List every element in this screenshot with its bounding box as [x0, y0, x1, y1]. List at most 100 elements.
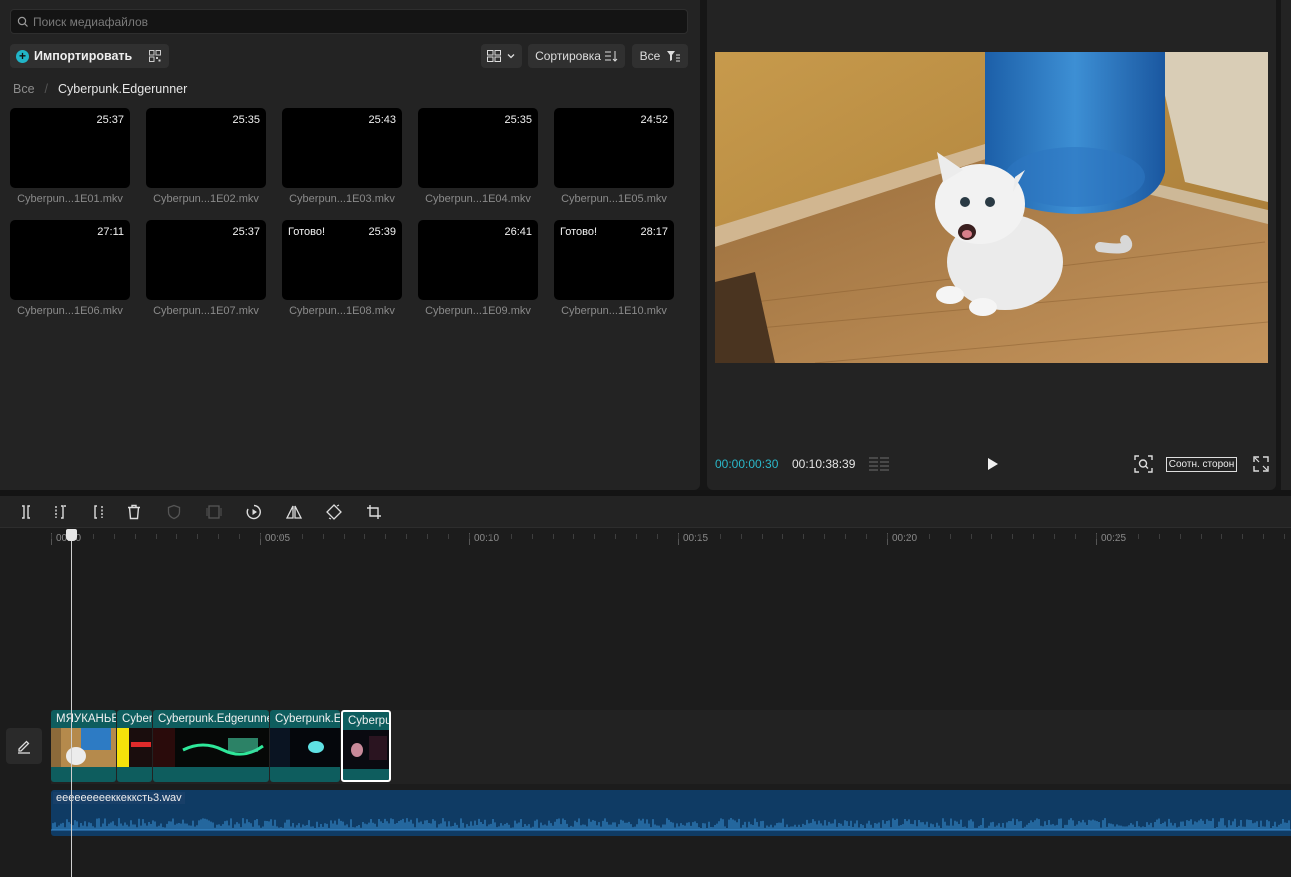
media-thumbnail[interactable]: 24:52	[554, 108, 674, 188]
timeline-clip[interactable]: МЯУКАНЬЕ	[51, 710, 116, 782]
ruler-minor-tick	[845, 534, 846, 539]
ruler-minor-tick	[950, 534, 951, 539]
clip-name: Cyberpunk	[122, 713, 152, 725]
ruler-label: 00:20	[887, 533, 917, 545]
ruler-minor-tick	[1138, 534, 1139, 539]
ruler-minor-tick	[929, 534, 930, 539]
clip-thumbnail-strip	[117, 728, 152, 767]
duration-badge: 25:39	[368, 226, 396, 238]
duration-badge: 24:52	[640, 114, 668, 126]
ruler-minor-tick	[364, 534, 365, 539]
media-thumbnail[interactable]: Готово! 25:39	[282, 220, 402, 300]
timeline-clip[interactable]: Cyberpunk	[117, 710, 152, 782]
fullscreen-icon[interactable]	[1253, 456, 1269, 472]
import-button[interactable]: + Импортировать	[10, 44, 169, 68]
media-thumbnail[interactable]: 25:35	[418, 108, 538, 188]
timeline-clip[interactable]: Cyberpunk.Edgerunners	[270, 710, 340, 782]
split-icon[interactable]	[18, 504, 34, 520]
ruler-minor-tick	[1159, 534, 1160, 539]
clip-name: Cyberpunk.Edgerunners	[275, 713, 340, 725]
side-panel-edge	[1281, 0, 1291, 490]
duration-badge: 25:43	[368, 114, 396, 126]
mirror-icon[interactable]	[286, 504, 302, 520]
media-filename: Cyberpun...1E06.mkv	[17, 305, 123, 317]
ruler-minor-tick	[114, 534, 115, 539]
waveform-toggle-icon[interactable]	[868, 456, 890, 472]
playhead-line[interactable]	[71, 529, 72, 877]
ready-badge: Готово!	[560, 226, 598, 238]
ruler-minor-tick	[239, 534, 240, 539]
media-thumbnail[interactable]: 25:37	[10, 108, 130, 188]
clip-name: Cyberpunk.Edgerunners	[158, 713, 269, 725]
ruler-minor-tick	[741, 534, 742, 539]
timeline-clip[interactable]: Cyberpunk.Edgerunners	[153, 710, 269, 782]
ruler-minor-tick	[51, 534, 52, 539]
media-filename: Cyberpun...1E04.mkv	[425, 193, 531, 205]
media-thumbnail[interactable]: 25:35	[146, 108, 266, 188]
qr-code-icon[interactable]	[149, 50, 161, 62]
timeline-clip-selected[interactable]: Cyberpunk	[341, 710, 391, 782]
breadcrumb-root[interactable]: Все	[13, 82, 35, 96]
ruler-minor-tick	[553, 534, 554, 539]
import-label: Импортировать	[34, 49, 133, 63]
ruler-minor-tick	[532, 534, 533, 539]
ruler-minor-tick	[385, 534, 386, 539]
media-thumbnail[interactable]: Готово! 28:17	[554, 220, 674, 300]
ready-badge: Готово!	[288, 226, 326, 238]
ruler-minor-tick	[720, 534, 721, 539]
filter-label: Все	[639, 49, 661, 63]
clip-thumbnail-strip	[343, 730, 389, 769]
search-input[interactable]	[33, 14, 633, 29]
duration-badge: 25:37	[96, 114, 124, 126]
ruler-minor-tick	[908, 534, 909, 539]
ruler-minor-tick	[1201, 534, 1202, 539]
trim-right-icon[interactable]	[89, 504, 105, 520]
rotate-icon[interactable]	[326, 504, 342, 520]
ruler-minor-tick	[490, 534, 491, 539]
ruler-minor-tick	[1054, 534, 1055, 539]
ruler-minor-tick	[1117, 534, 1118, 539]
grid-view-icon	[487, 50, 501, 62]
video-preview[interactable]	[715, 52, 1268, 363]
track-edit-button[interactable]	[6, 728, 42, 764]
clip-thumbnail-strip	[153, 728, 269, 767]
ruler-minor-tick	[573, 534, 574, 539]
delete-icon[interactable]	[126, 504, 142, 520]
filter-button[interactable]: Все	[632, 44, 688, 68]
ruler-minor-tick	[1012, 534, 1013, 539]
kitten-video-frame	[715, 52, 1268, 363]
ruler-minor-tick	[991, 534, 992, 539]
ruler-minor-tick	[1180, 534, 1181, 539]
ruler-minor-tick	[636, 534, 637, 539]
media-thumbnail[interactable]: 26:41	[418, 220, 538, 300]
timeline-ruler[interactable]: 00:00 00:05 00:10 00:15 00:20 00:25	[0, 529, 1291, 547]
sort-button[interactable]: Сортировка	[528, 44, 625, 68]
view-mode-button[interactable]	[481, 44, 522, 68]
playhead-handle[interactable]	[66, 529, 77, 541]
duration-badge: 28:17	[640, 226, 668, 238]
aspect-ratio-button[interactable]: Соотн. сторон	[1166, 457, 1237, 472]
ruler-minor-tick	[1242, 534, 1243, 539]
zoom-fit-icon[interactable]	[1134, 455, 1153, 473]
ruler-minor-tick	[135, 534, 136, 539]
audio-track-clip[interactable]: еееееееееккекксть3.wav	[51, 790, 1291, 836]
ruler-minor-tick	[1096, 534, 1097, 539]
ruler-minor-tick	[281, 534, 282, 539]
media-thumbnail[interactable]: 25:43	[282, 108, 402, 188]
ruler-minor-tick	[176, 534, 177, 539]
media-thumbnail[interactable]: 25:37	[146, 220, 266, 300]
trim-left-icon[interactable]	[53, 504, 69, 520]
ruler-minor-tick	[971, 534, 972, 539]
speed-icon[interactable]	[246, 504, 262, 520]
ruler-minor-tick	[657, 534, 658, 539]
media-search-box[interactable]	[10, 9, 688, 34]
media-thumbnail[interactable]: 27:11	[10, 220, 130, 300]
plus-icon: +	[16, 49, 29, 63]
play-icon[interactable]	[986, 456, 1000, 472]
ruler-minor-tick	[344, 534, 345, 539]
crop-icon[interactable]	[366, 504, 382, 520]
clip-name: Cyberpunk	[348, 715, 391, 727]
total-duration: 00:10:38:39	[792, 457, 856, 471]
ruler-minor-tick	[782, 534, 783, 539]
ruler-minor-tick	[615, 534, 616, 539]
